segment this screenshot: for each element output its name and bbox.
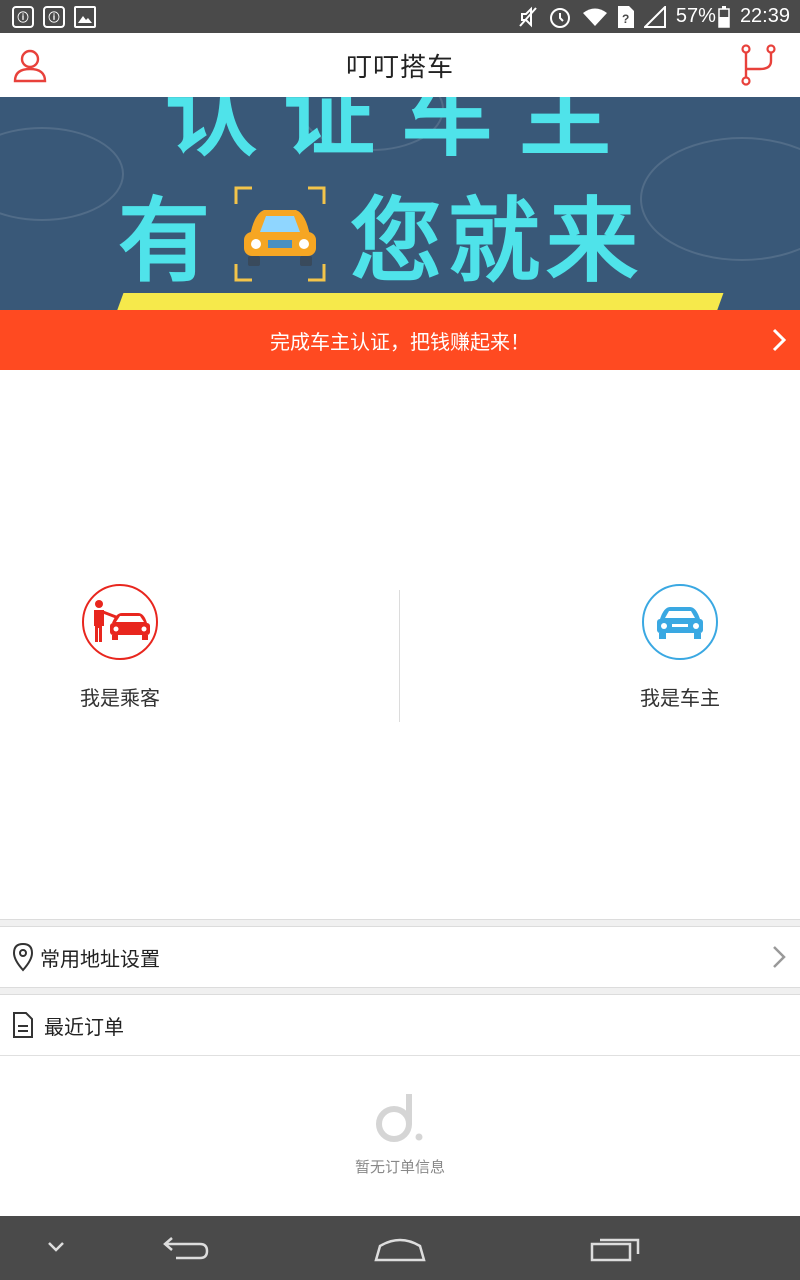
passenger-role-button[interactable]: 我是乘客: [40, 584, 200, 711]
back-icon[interactable]: [162, 1234, 210, 1262]
user-icon[interactable]: [12, 45, 52, 85]
empty-orders: 暂无订单信息: [0, 1090, 800, 1177]
recent-orders-label: 最近订单: [44, 1014, 124, 1039]
banner-subline: 有 您就来: [118, 167, 644, 300]
status-bar: ⓘ ⓘ ? 57% 22:39: [0, 0, 800, 33]
banner-stripe: [112, 293, 724, 310]
section-gap: [0, 987, 800, 995]
car-icon: [642, 584, 718, 660]
passenger-car-icon: [82, 584, 158, 660]
recent-orders-row: 最近订单: [0, 996, 800, 1054]
role-divider: [399, 590, 400, 722]
promo-text: 完成车主认证，把钱赚起来！: [270, 329, 530, 354]
svg-text:?: ?: [622, 12, 629, 26]
promo-banner[interactable]: 认证车主 有 您就来: [0, 97, 800, 310]
divider: [0, 1055, 800, 1056]
car-frame-icon: [234, 186, 326, 282]
navigation-bar: [0, 1216, 800, 1280]
driver-label: 我是车主: [640, 686, 720, 710]
sim-icon: ?: [617, 5, 634, 28]
notification-icon: ⓘ: [43, 5, 65, 28]
route-icon[interactable]: [738, 43, 778, 87]
battery-percent: 57%: [675, 5, 716, 27]
recents-icon[interactable]: [590, 1236, 640, 1262]
driver-certification-bar[interactable]: 完成车主认证，把钱赚起来！: [0, 310, 800, 370]
common-address-label: 常用地址设置: [40, 946, 160, 971]
image-icon: [74, 5, 96, 28]
location-pin-icon: [12, 942, 34, 972]
clock: 22:39: [739, 5, 790, 27]
common-address-row[interactable]: 常用地址设置: [0, 927, 800, 987]
mute-icon: [519, 6, 537, 27]
driver-role-button[interactable]: 我是车主: [600, 584, 760, 711]
collapse-icon[interactable]: [46, 1240, 66, 1254]
alarm-icon: [549, 7, 570, 28]
chevron-right-icon: [773, 946, 786, 968]
document-icon: [13, 1012, 33, 1038]
wifi-icon: [582, 8, 607, 26]
battery-icon: [718, 5, 730, 28]
passenger-label: 我是乘客: [80, 686, 160, 710]
empty-logo-icon: [376, 1094, 423, 1142]
banner-headline: 认证车主: [165, 97, 638, 169]
home-icon[interactable]: [374, 1236, 426, 1262]
page-title: 叮叮搭车: [345, 52, 454, 83]
chevron-right-icon: [772, 328, 786, 352]
app-header: 叮叮搭车: [0, 33, 800, 97]
section-gap: [0, 919, 800, 927]
notification-icon: ⓘ: [12, 5, 34, 28]
empty-orders-text: 暂无订单信息: [354, 1158, 445, 1176]
signal-icon: [643, 5, 666, 28]
banner-subline-right: 您就来: [350, 188, 645, 295]
banner-subline-left: 有: [118, 188, 211, 295]
